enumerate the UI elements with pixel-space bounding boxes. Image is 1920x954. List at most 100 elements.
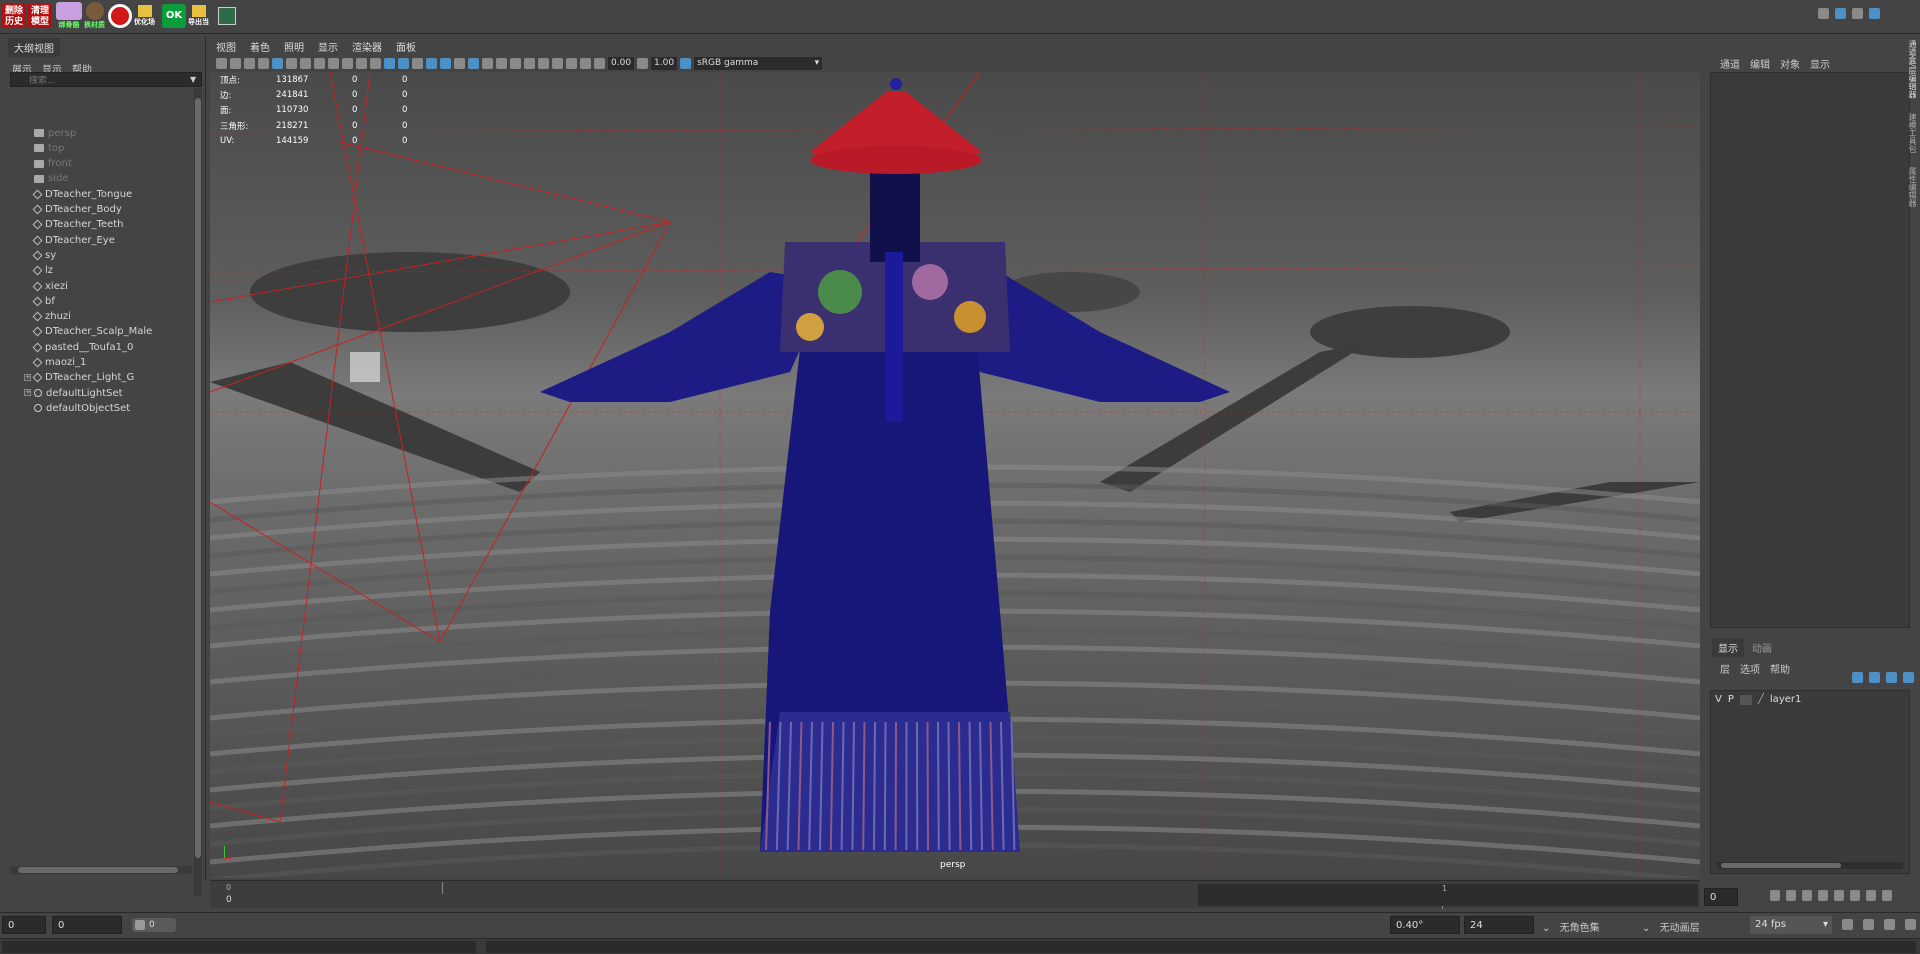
field-chart-icon[interactable] [342, 57, 353, 69]
tab-display-layers[interactable]: 显示 [1712, 638, 1744, 657]
side-tab-attribute-editor[interactable]: 属性编辑器 [1906, 167, 1918, 207]
outliner-item[interactable]: DTeacher_Tongue [32, 187, 132, 201]
depth-of-field-icon[interactable] [524, 57, 535, 69]
wireframe-on-shaded-icon[interactable] [426, 57, 437, 69]
fps-select[interactable]: 24 fps ▾ [1750, 916, 1832, 934]
side-tab-modeling-toolkit[interactable]: 建模工具包 [1906, 113, 1918, 153]
go-to-start-icon[interactable] [1770, 890, 1780, 901]
outliner-item[interactable]: lz [32, 264, 53, 278]
layer-menu-options[interactable]: 选项 [1740, 661, 1760, 676]
select-camera-icon[interactable] [216, 57, 227, 69]
new-layer-icon[interactable] [1886, 672, 1897, 683]
outliner-hscrollbar[interactable] [10, 866, 192, 874]
character-model[interactable] [540, 78, 1230, 852]
xray-icon[interactable] [552, 57, 563, 69]
shadows-icon[interactable] [468, 57, 479, 69]
outliner-item[interactable]: pasted__Toufa1_0 [32, 340, 133, 354]
move-layer-down-icon[interactable] [1869, 672, 1880, 683]
range-slider[interactable]: 0 [132, 918, 176, 932]
channel-menu-object[interactable]: 对象 [1780, 56, 1800, 71]
default-material-icon[interactable] [412, 57, 423, 69]
axis-icon[interactable] [1818, 8, 1829, 19]
film-gate-icon[interactable] [300, 57, 311, 69]
tab-anim-layers[interactable]: 动画 [1746, 638, 1778, 657]
grid-tool-button[interactable] [218, 2, 236, 30]
settings-icon[interactable] [1852, 8, 1863, 19]
expand-toggle-icon[interactable]: + [24, 373, 31, 381]
outliner-item[interactable]: zhuzi [32, 310, 71, 324]
resolution-gate-icon[interactable] [314, 57, 325, 69]
channel-menu-show[interactable]: 显示 [1810, 56, 1830, 71]
camera-attributes-icon[interactable] [230, 57, 241, 69]
layer-hscroll-thumb[interactable] [1721, 863, 1841, 868]
isolate-select-icon[interactable] [538, 57, 549, 69]
range-end-field[interactable]: 24 [1464, 916, 1534, 934]
wireframe-icon[interactable] [384, 57, 395, 69]
exposure-field[interactable]: 0.00 [608, 56, 635, 70]
safe-action-icon[interactable] [356, 57, 367, 69]
outliner-item[interactable]: bf [32, 294, 55, 308]
outliner-item[interactable]: maozi_1 [32, 356, 86, 370]
search-dropdown-icon[interactable]: ▼ [190, 75, 196, 84]
colorspace-select[interactable]: sRGB gamma ▾ [694, 56, 823, 70]
layer-name[interactable]: layer1 [1770, 694, 1801, 705]
step-forward-key-icon[interactable] [1866, 890, 1876, 901]
range-inner-start-field[interactable]: 0 [52, 916, 122, 934]
layer-menu-layers[interactable]: 层 [1720, 661, 1730, 676]
move-layer-up-icon[interactable] [1852, 672, 1863, 683]
mel-input[interactable] [2, 941, 476, 953]
backface-icon[interactable] [580, 57, 591, 69]
vp-menu-show[interactable]: 显示 [318, 39, 338, 54]
vp-menu-lighting[interactable]: 照明 [284, 39, 304, 54]
exposure-icon[interactable] [594, 57, 605, 69]
outliner-item[interactable]: xiezi [32, 279, 68, 293]
step-back-key-icon[interactable] [1786, 890, 1796, 901]
xray-joints-icon[interactable] [566, 57, 577, 69]
go-to-end-icon[interactable] [1882, 890, 1892, 901]
use-lights-icon[interactable] [454, 57, 465, 69]
angle-field[interactable]: 0.40° [1390, 916, 1460, 934]
anim-layer-dropdown[interactable]: ⌄ 无动画层 [1642, 919, 1700, 934]
vp-menu-shading[interactable]: 着色 [250, 39, 270, 54]
gamma-icon[interactable] [637, 57, 649, 69]
viewport-3d[interactable]: 顶点: 131867 0 0 边: 241841 0 0 面: 110730 0 0 三角形: 21… [210, 72, 1700, 878]
outliner-item[interactable]: DTeacher_Body [32, 203, 122, 217]
layer-hscrollbar[interactable] [1717, 862, 1903, 869]
export-current-button[interactable]: 导出当 [188, 2, 209, 30]
vp-menu-renderer[interactable]: 渲染器 [352, 39, 382, 54]
bind-skeleton-button[interactable]: 绑骨骼 [56, 2, 82, 30]
gamma-field[interactable]: 1.00 [651, 56, 678, 70]
new-layer-selected-icon[interactable] [1903, 672, 1914, 683]
outliner-vscrollbar[interactable] [194, 88, 202, 896]
motion-blur-icon[interactable] [496, 57, 507, 69]
smooth-shade-icon[interactable] [398, 57, 409, 69]
textured-icon[interactable] [440, 57, 451, 69]
expand-toggle-icon[interactable]: + [24, 389, 31, 397]
delete-history-button[interactable]: 删除 历史 [2, 2, 26, 30]
gate-mask-icon[interactable] [328, 57, 339, 69]
outliner-item[interactable]: DTeacher_Light_G [32, 371, 134, 385]
outliner-search-input[interactable] [10, 72, 202, 87]
clean-model-button[interactable]: 清理 模型 [28, 2, 52, 30]
channel-menu-edit[interactable]: 编辑 [1750, 56, 1770, 71]
loop-icon[interactable] [1842, 919, 1853, 930]
timeline-range-highlight[interactable]: 1 [1198, 884, 1698, 906]
anim-prefs-icon[interactable] [1905, 919, 1916, 930]
grid-toggle-icon[interactable] [286, 57, 297, 69]
image-plane-icon[interactable] [258, 57, 269, 69]
layer-color-swatch[interactable] [1739, 694, 1752, 705]
outliner-item[interactable]: sy [32, 248, 56, 262]
outliner-item[interactable]: DTeacher_Eye [32, 233, 115, 247]
expand-icon[interactable] [1869, 8, 1880, 19]
outliner-item[interactable]: defaultObjectSet [34, 401, 130, 415]
safe-title-icon[interactable] [370, 57, 381, 69]
step-back-frame-icon[interactable] [1802, 890, 1812, 901]
layer-playback-toggle[interactable]: P [1728, 694, 1734, 705]
current-frame-field[interactable]: 0 [1704, 888, 1738, 906]
channel-menu-channels[interactable]: 通道 [1720, 56, 1740, 71]
char-set-dropdown[interactable]: ⌄ 无角色集 [1542, 919, 1600, 934]
optimize-scene-button[interactable]: 优化场 [134, 2, 155, 30]
ok-button[interactable]: OK [162, 2, 186, 30]
outliner-title-tab[interactable]: 大纲视图 [8, 38, 60, 57]
outliner-item[interactable]: side [34, 172, 69, 186]
